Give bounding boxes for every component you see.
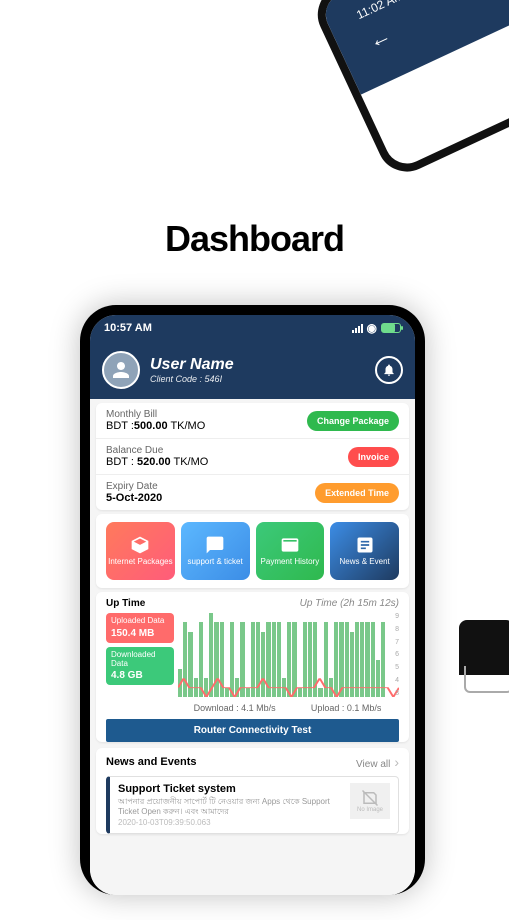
news-card: News and Events View all› Support Ticket… — [96, 748, 409, 834]
uptime-card: Up Time Up Time (2h 15m 12s) Uploaded Da… — [96, 592, 409, 742]
uptime-title: Up Time — [106, 598, 145, 609]
tile-label: News & Event — [340, 558, 390, 567]
status-bar: 10:57 AM ◉ — [90, 315, 415, 341]
wifi-icon: ◉ — [367, 321, 377, 335]
news-section-title: News and Events — [106, 756, 196, 768]
router-test-button[interactable]: Router Connectivity Test — [106, 719, 399, 742]
tile-label: Payment History — [261, 558, 320, 567]
signal-icon — [352, 324, 363, 333]
notification-button[interactable] — [375, 356, 403, 384]
downloaded-data-box: Downloaded Data 4.8 GB — [106, 647, 174, 686]
uploaded-data-box: Uploaded Data 150.4 MB — [106, 613, 174, 643]
monthly-bill-value: BDT :500.00 TK/MO — [106, 420, 305, 432]
news-item[interactable]: Support Ticket system আপনার প্রয়োজনীয় … — [106, 776, 399, 834]
app-header: User Name Client Code : 546I — [90, 341, 415, 399]
billing-card: Monthly Bill BDT :500.00 TK/MO Change Pa… — [96, 403, 409, 510]
uptime-chart: 9876543 — [178, 613, 399, 697]
avatar[interactable] — [102, 351, 140, 389]
support-ticket-tile[interactable]: support & ticket — [181, 522, 250, 580]
content: Monthly Bill BDT :500.00 TK/MO Change Pa… — [90, 399, 415, 895]
view-all-button[interactable]: View all› — [356, 754, 399, 770]
tile-label: support & ticket — [188, 558, 243, 567]
monthly-bill-label: Monthly Bill — [106, 409, 305, 420]
bell-icon — [382, 363, 396, 377]
battery-icon — [381, 323, 401, 333]
client-code: Client Code : 546I — [150, 374, 365, 384]
balance-due-label: Balance Due — [106, 445, 346, 456]
uptime-value: Up Time (2h 15m 12s) — [300, 598, 399, 609]
binder-clip-decoration — [459, 620, 509, 710]
secondary-phone: 11:02 AM ← — [308, 0, 509, 181]
balance-due-value: BDT : 520.00 TK/MO — [106, 456, 346, 468]
no-image-icon — [361, 789, 379, 807]
news-item-title: Support Ticket system — [118, 783, 344, 795]
expiry-label: Expiry Date — [106, 481, 313, 492]
news-item-desc: আপনার প্রয়োজনীয় সাপোর্ট টি নেওয়ার জন্… — [118, 797, 344, 816]
download-speed: Download : 4.1 Mb/s — [194, 703, 276, 713]
payment-history-tile[interactable]: Payment History — [256, 522, 325, 580]
extended-time-button[interactable]: Extended Time — [315, 483, 399, 503]
upload-speed: Upload : 0.1 Mb/s — [311, 703, 382, 713]
internet-packages-tile[interactable]: Internet Packages — [106, 522, 175, 580]
news-icon — [355, 535, 375, 555]
status-time: 10:57 AM — [104, 322, 152, 334]
username: User Name — [150, 356, 365, 374]
chat-icon — [205, 535, 225, 555]
expiry-value: 5-Oct-2020 — [106, 492, 313, 504]
news-item-image-placeholder: No Image — [350, 783, 390, 819]
change-package-button[interactable]: Change Package — [307, 411, 399, 431]
card-icon — [280, 535, 300, 555]
page-title: Dashboard — [0, 218, 509, 260]
news-event-tile[interactable]: News & Event — [330, 522, 399, 580]
news-item-date: 2020-10-03T09:39:50.063 — [118, 818, 344, 827]
packages-icon — [130, 535, 150, 555]
invoice-button[interactable]: Invoice — [348, 447, 399, 467]
main-phone-frame: 10:57 AM ◉ User Name Client Code : 546I — [80, 305, 425, 895]
tiles-card: Internet Packages support & ticket Payme… — [96, 514, 409, 588]
screen: 10:57 AM ◉ User Name Client Code : 546I — [90, 315, 415, 895]
tile-label: Internet Packages — [108, 558, 172, 567]
chevron-right-icon: › — [394, 754, 399, 770]
